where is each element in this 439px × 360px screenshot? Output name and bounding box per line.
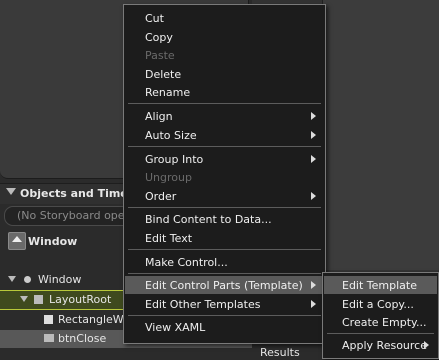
menu-item-ungroup: Ungroup xyxy=(125,168,324,186)
menu-label: Group Into xyxy=(145,153,204,166)
menu-separator xyxy=(128,103,321,104)
menu-separator xyxy=(128,249,321,250)
menu-separator xyxy=(327,333,434,334)
submenu-item-create-empty[interactable]: Create Empty... xyxy=(324,313,437,331)
menu-label: Delete xyxy=(145,68,182,81)
expand-icon[interactable] xyxy=(8,276,16,282)
menu-item-copy[interactable]: Copy xyxy=(125,28,324,46)
results-label: Results xyxy=(260,346,300,359)
menu-item-view-xaml[interactable]: View XAML xyxy=(125,318,324,336)
menu-label: Align xyxy=(145,110,173,123)
menu-label: Auto Size xyxy=(145,129,197,142)
menu-item-edit-other-templates[interactable]: Edit Other Templates xyxy=(125,295,324,313)
menu-label: Order xyxy=(145,190,177,203)
scope-label: Window xyxy=(28,235,78,248)
menu-item-cut[interactable]: Cut xyxy=(125,9,324,27)
menu-item-order[interactable]: Order xyxy=(125,187,324,205)
menu-item-delete[interactable]: Delete xyxy=(125,65,324,83)
menu-item-edit-control-parts[interactable]: Edit Control Parts (Template) xyxy=(125,276,324,294)
submenu-edit-control-parts: Edit Template Edit a Copy... Create Empt… xyxy=(322,272,439,359)
menu-label: Edit Template xyxy=(342,279,417,292)
submenu-arrow-icon xyxy=(311,155,316,163)
menu-item-rename[interactable]: Rename xyxy=(125,83,324,101)
menu-label: Make Control... xyxy=(145,256,228,269)
submenu-item-edit-template[interactable]: Edit Template xyxy=(324,276,437,294)
menu-label: Edit Control Parts (Template) xyxy=(145,279,303,292)
storyboard-placeholder: (No Storyboard open) xyxy=(17,209,136,222)
menu-item-make-control[interactable]: Make Control... xyxy=(125,253,324,271)
window-icon xyxy=(24,276,31,283)
menu-label: Cut xyxy=(145,12,164,25)
menu-label: Paste xyxy=(145,49,175,62)
menu-separator xyxy=(128,207,321,208)
menu-label: Bind Content to Data... xyxy=(145,213,272,226)
menu-item-edit-text[interactable]: Edit Text xyxy=(125,229,324,247)
scope-up-icon[interactable] xyxy=(8,232,26,250)
menu-item-bind-content[interactable]: Bind Content to Data... xyxy=(125,210,324,228)
menu-separator xyxy=(128,146,321,147)
menu-label: Ungroup xyxy=(145,171,192,184)
menu-label: Edit Text xyxy=(145,232,193,245)
menu-label: Edit a Copy... xyxy=(342,298,414,311)
menu-item-align[interactable]: Align xyxy=(125,107,324,125)
menu-separator xyxy=(128,315,321,316)
submenu-arrow-icon xyxy=(311,192,316,200)
context-menu: Cut Copy Paste Delete Rename Align Auto … xyxy=(123,4,326,344)
tree-label: LayoutRoot xyxy=(49,293,112,306)
submenu-item-edit-copy[interactable]: Edit a Copy... xyxy=(324,295,437,313)
menu-item-group-into[interactable]: Group Into xyxy=(125,150,324,168)
tree-label: Window xyxy=(38,273,82,286)
menu-label: Create Empty... xyxy=(342,316,427,329)
submenu-arrow-icon xyxy=(311,300,316,308)
tree-label: btnClose xyxy=(58,332,107,345)
button-icon xyxy=(44,334,54,342)
submenu-item-apply-resource[interactable]: Apply Resource xyxy=(324,336,437,354)
menu-label: View XAML xyxy=(145,321,206,334)
submenu-arrow-icon xyxy=(311,112,316,120)
menu-label: Copy xyxy=(145,31,173,44)
submenu-arrow-icon xyxy=(311,131,316,139)
menu-label: Apply Resource xyxy=(342,339,427,352)
grid-icon xyxy=(34,295,43,304)
submenu-arrow-icon xyxy=(424,341,429,349)
rectangle-icon xyxy=(44,315,53,324)
menu-label: Rename xyxy=(145,86,191,99)
menu-item-paste: Paste xyxy=(125,46,324,64)
submenu-arrow-icon xyxy=(311,281,316,289)
menu-label: Edit Other Templates xyxy=(145,298,261,311)
menu-item-auto-size[interactable]: Auto Size xyxy=(125,126,324,144)
collapse-triangle-icon[interactable] xyxy=(6,188,16,195)
expand-icon[interactable] xyxy=(20,296,28,302)
properties-panel xyxy=(322,0,439,270)
menu-separator xyxy=(128,273,321,274)
